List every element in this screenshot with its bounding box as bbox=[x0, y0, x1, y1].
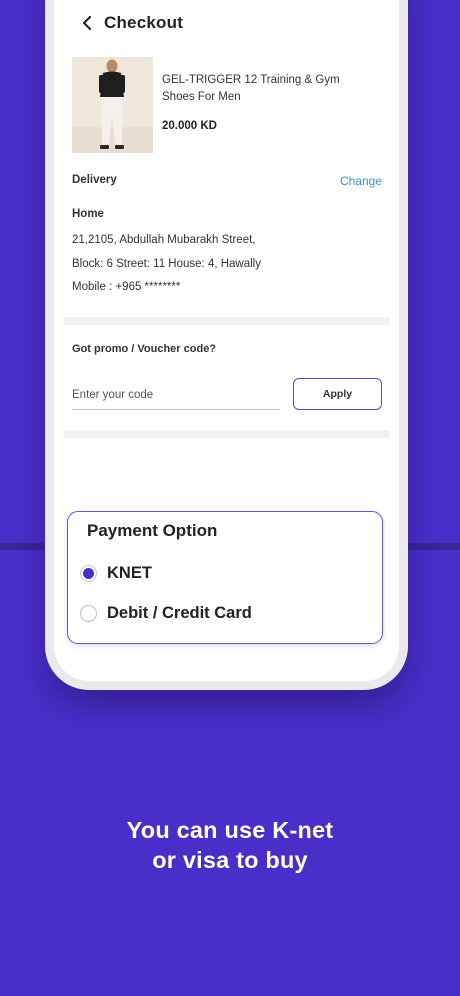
page-title: Checkout bbox=[104, 13, 184, 32]
payment-option-card-debit-credit[interactable]: Debit / Credit Card bbox=[80, 604, 252, 623]
product-price: 20.000 KD bbox=[162, 120, 217, 132]
section-divider bbox=[64, 317, 390, 325]
payment-option-label: KNET bbox=[107, 564, 152, 582]
promo-code-input[interactable] bbox=[72, 380, 280, 410]
promo-label: Got promo / Voucher code? bbox=[72, 343, 217, 355]
section-divider bbox=[64, 430, 390, 438]
product-image bbox=[72, 57, 153, 153]
address-type: Home bbox=[72, 208, 104, 220]
product-info: GEL-TRIGGER 12 Training & Gym Shoes For … bbox=[162, 57, 352, 153]
product-summary: GEL-TRIGGER 12 Training & Gym Shoes For … bbox=[72, 57, 352, 153]
address-line-1: 21,2105, Abdullah Mubarakh Street, bbox=[72, 234, 256, 246]
product-name: GEL-TRIGGER 12 Training & Gym Shoes For … bbox=[162, 72, 352, 106]
payment-option-label: Debit / Credit Card bbox=[107, 604, 252, 622]
address-line-2: Block: 6 Street: 11 House: 4, Hawally bbox=[72, 258, 261, 270]
payment-option-knet[interactable]: KNET bbox=[80, 564, 152, 583]
product-name-line-2: Shoes For Men bbox=[162, 91, 241, 103]
mobile-number: Mobile : +965 ******** bbox=[72, 281, 181, 293]
delivery-label: Delivery bbox=[72, 174, 117, 186]
radio-unselected-icon[interactable] bbox=[80, 605, 97, 622]
chevron-left-icon[interactable] bbox=[82, 14, 96, 32]
payment-option-card: Payment Option KNET Debit / Credit Card bbox=[67, 511, 383, 644]
payment-title: Payment Option bbox=[87, 521, 218, 540]
caption-line-2: or visa to buy bbox=[152, 847, 308, 873]
apply-button[interactable]: Apply bbox=[293, 378, 382, 410]
product-name-line-1: GEL-TRIGGER 12 Training & Gym bbox=[162, 74, 340, 86]
promo-caption: You can use K-net or visa to buy bbox=[0, 815, 460, 875]
radio-selected-icon[interactable] bbox=[80, 565, 97, 582]
checkout-header: Checkout bbox=[82, 10, 183, 36]
change-address-link[interactable]: Change bbox=[340, 174, 382, 188]
caption-line-1: You can use K-net bbox=[126, 817, 334, 843]
